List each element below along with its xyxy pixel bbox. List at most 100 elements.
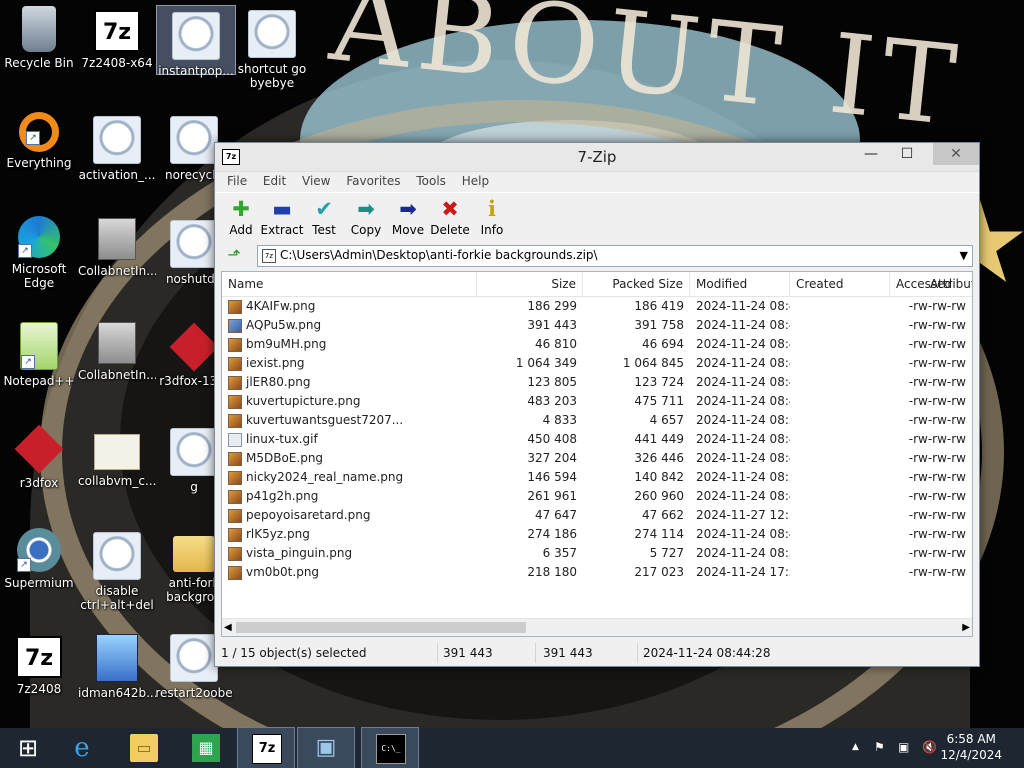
7zip-window: 7z 7-Zip — ☐ ✕ File Edit View Favorites … xyxy=(214,142,980,667)
column-header-created[interactable]: Created xyxy=(790,272,890,296)
desktop-icon-edge[interactable]: ↗ Microsoft Edge xyxy=(0,216,78,290)
file-name: pepoyoisaretard.png xyxy=(246,508,371,522)
file-row[interactable]: kuvertupicture.png 483 203 475 711 2024-11-… xyxy=(222,392,972,411)
desktop-icon-label: CollabnetIn... xyxy=(78,264,156,278)
download-manager-icon xyxy=(96,634,138,682)
scroll-right-icon[interactable]: ▶ xyxy=(962,619,970,636)
copy-button[interactable]: ➡ Copy xyxy=(342,195,390,237)
file-modified: 2024-11-24 08:53 xyxy=(696,470,790,484)
minimize-button[interactable]: — xyxy=(853,143,889,165)
move-button[interactable]: ➡ Move xyxy=(384,195,432,237)
file-row[interactable]: bm9uMH.png 46 810 46 694 2024-11-24 08:44 -r… xyxy=(222,335,972,354)
title-bar[interactable]: 7z 7-Zip — ☐ ✕ xyxy=(215,143,979,172)
start-button[interactable]: ⊞ xyxy=(0,728,56,768)
menu-help[interactable]: Help xyxy=(456,172,495,190)
file-modified: 2024-11-24 08:41 xyxy=(696,356,790,370)
desktop-icon-disable-cad[interactable]: disable ctrl+alt+del xyxy=(78,532,156,612)
file-name: AQPu5w.png xyxy=(246,318,322,332)
check-icon: ✔ xyxy=(315,197,333,221)
file-attributes: -rw-rw-rw xyxy=(908,470,966,484)
shortcut-arrow-icon: ↗ xyxy=(17,558,31,572)
file-row[interactable]: vm0b0t.png 218 180 217 023 2024-11-24 17:30… xyxy=(222,563,972,582)
desktop-icon-collabvm-cert[interactable]: collabvm_c... xyxy=(78,426,156,488)
menu-view[interactable]: View xyxy=(296,172,336,190)
desktop-icon-everything[interactable]: ↗ Everything xyxy=(0,112,78,170)
desktop-icon-r3dfox[interactable]: r3dfox xyxy=(0,424,78,490)
extract-button[interactable]: ▬ Extract xyxy=(258,195,306,237)
file-name: rlK5yz.png xyxy=(246,527,310,541)
desktop-icon-7z2408[interactable]: 7z 7z2408 xyxy=(0,636,78,696)
taskbar-file-explorer[interactable]: ▭ xyxy=(116,728,172,768)
close-button[interactable]: ✕ xyxy=(933,143,979,165)
test-button[interactable]: ✔ Test xyxy=(300,195,348,237)
file-row[interactable]: nicky2024_real_name.png 146 594 140 842 202… xyxy=(222,468,972,487)
file-size: 123 805 xyxy=(527,375,577,389)
taskbar-store[interactable]: ▦ xyxy=(178,728,234,768)
menu-file[interactable]: File xyxy=(221,172,253,190)
address-bar: ⬏ 7z C:\Users\Admin\Desktop\anti-forkie … xyxy=(221,243,973,267)
desktop-icon-collabnet-1[interactable]: CollabnetIn... xyxy=(78,218,156,278)
computer-icon xyxy=(98,322,136,364)
file-row[interactable]: AQPu5w.png 391 443 391 758 2024-11-24 08:44… xyxy=(222,316,972,335)
desktop-icon-collabnet-2[interactable]: CollabnetIn... xyxy=(78,322,156,382)
show-hidden-icons-chevron-icon[interactable]: ▲ xyxy=(852,742,859,752)
file-row[interactable]: pepoyoisaretard.png 47 647 47 662 2024-11-2… xyxy=(222,506,972,525)
delete-button[interactable]: ✖ Delete xyxy=(426,195,474,237)
column-header-modified[interactable]: Modified xyxy=(690,272,790,296)
desktop-icon-7z2408-x64[interactable]: 7z 7z2408-x64 xyxy=(78,10,156,70)
desktop-icon-supermium[interactable]: ↗ Supermium xyxy=(0,528,78,590)
scroll-left-icon[interactable]: ◀ xyxy=(224,619,232,636)
file-row[interactable]: iexist.png 1 064 349 1 064 845 2024-11-24 0… xyxy=(222,354,972,373)
taskbar-command-prompt[interactable]: C:\_ xyxy=(361,727,419,768)
column-header-packed-size[interactable]: Packed Size xyxy=(583,272,690,296)
menu-edit[interactable]: Edit xyxy=(257,172,292,190)
taskbar-7zip[interactable]: 7z xyxy=(237,727,295,768)
shortcut-arrow-icon: ↗ xyxy=(18,244,32,258)
column-header-size[interactable]: Size xyxy=(477,272,583,296)
file-row[interactable]: M5DBoE.png 327 204 326 446 2024-11-24 08:44… xyxy=(222,449,972,468)
desktop-icon-notepadpp[interactable]: ↗ Notepad++ xyxy=(0,322,78,388)
desktop-icon-recycle-bin[interactable]: Recycle Bin xyxy=(0,6,78,70)
column-header-name[interactable]: Name xyxy=(222,272,477,296)
column-header-attributes[interactable]: Attribute xyxy=(922,272,972,296)
file-modified: 2024-11-24 08:52 xyxy=(696,413,790,427)
file-packed-size: 1 064 845 xyxy=(622,356,684,370)
volume-muted-icon[interactable]: 🔇 xyxy=(922,740,937,754)
file-row[interactable]: kuvertuwantsguest7207... 4 833 4 657 2024-1… xyxy=(222,411,972,430)
desktop-icon-instantpop[interactable]: instantpop... xyxy=(156,5,236,78)
file-attributes: -rw-rw-rw xyxy=(908,356,966,370)
scrollbar-thumb[interactable] xyxy=(236,622,526,633)
menu-tools[interactable]: Tools xyxy=(410,172,452,190)
menu-favorites[interactable]: Favorites xyxy=(340,172,406,190)
file-row[interactable]: p41g2h.png 261 961 260 960 2024-11-24 08:44… xyxy=(222,487,972,506)
chevron-down-icon[interactable]: ▼ xyxy=(960,246,968,266)
desktop-icon-label: Everything xyxy=(6,156,72,170)
file-row[interactable]: rlK5yz.png 274 186 274 114 2024-11-24 08:44… xyxy=(222,525,972,544)
taskbar-image-viewer[interactable]: ▣ xyxy=(297,727,355,768)
file-list[interactable]: Name Size Packed Size Modified Created A… xyxy=(221,271,973,637)
maximize-button[interactable]: ☐ xyxy=(889,143,925,165)
network-icon[interactable]: ▣ xyxy=(898,740,909,754)
desktop-icon-shortcut-go-byebye[interactable]: shortcut go byebye xyxy=(233,10,311,90)
file-row[interactable]: jlER80.png 123 805 123 724 2024-11-24 08:44… xyxy=(222,373,972,392)
desktop-icon-activation[interactable]: activation_... xyxy=(78,116,156,182)
up-folder-button[interactable]: ⬏ xyxy=(223,245,245,265)
taskbar-internet-explorer[interactable]: e xyxy=(54,728,110,768)
file-packed-size: 326 446 xyxy=(634,451,684,465)
status-divider xyxy=(637,643,638,663)
script-gear-icon xyxy=(172,12,220,60)
path-combobox[interactable]: 7z C:\Users\Admin\Desktop\anti-forkie ba… xyxy=(257,245,973,267)
horizontal-scrollbar[interactable]: ◀ ▶ xyxy=(222,618,972,636)
info-button[interactable]: i Info xyxy=(468,195,516,238)
tray-clock[interactable]: 6:58 AM 12/4/2024 xyxy=(940,731,1002,763)
desktop-icon-idman[interactable]: idman642b... xyxy=(78,634,156,700)
action-center-flag-icon[interactable]: ⚑ xyxy=(874,740,885,754)
file-row[interactable]: 4KAIFw.png 186 299 186 419 2024-11-24 08:44… xyxy=(222,297,972,316)
minus-icon: ▬ xyxy=(272,197,292,221)
file-row[interactable]: linux-tux.gif 450 408 441 449 2024-11-24 08… xyxy=(222,430,972,449)
file-row[interactable]: vista_pinguin.png 6 357 5 727 2024-11-24 08… xyxy=(222,544,972,563)
file-modified: 2024-11-24 08:44 xyxy=(696,451,790,465)
file-size: 327 204 xyxy=(527,451,577,465)
clock-date: 12/4/2024 xyxy=(940,748,1002,762)
desktop-icon-label: Recycle Bin xyxy=(4,56,74,70)
